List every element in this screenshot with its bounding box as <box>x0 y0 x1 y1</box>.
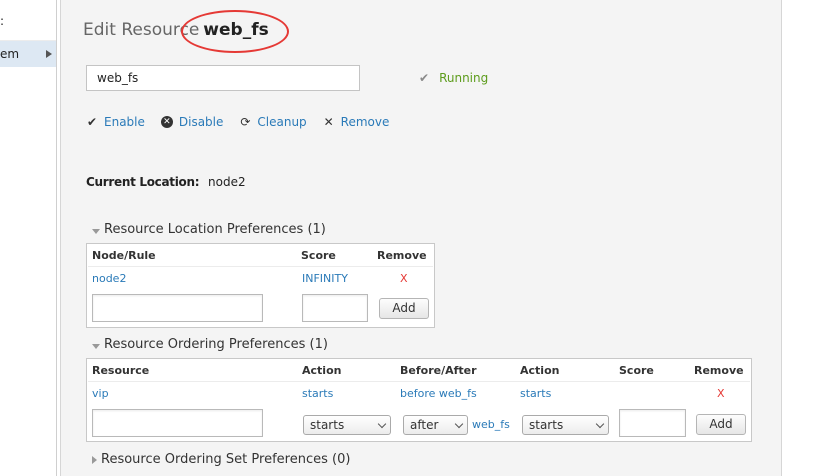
sidebar-item-label: em <box>0 47 20 61</box>
current-location-label: Current Location: <box>86 175 200 189</box>
new-location-score-input[interactable] <box>302 294 368 322</box>
location-score-link[interactable]: INFINITY <box>302 272 348 285</box>
col-header-action-2: Action <box>520 364 560 377</box>
header-divider <box>88 381 750 382</box>
new-ordering-resource-link[interactable]: web_fs <box>472 418 510 431</box>
remove-label: Remove <box>340 115 390 129</box>
resource-status: ✔ Running <box>419 71 488 85</box>
col-header-node-rule: Node/Rule <box>92 249 156 262</box>
add-location-button[interactable]: Add <box>379 298 429 319</box>
location-prefs-toggle[interactable]: Resource Location Preferences (1) <box>92 222 326 237</box>
sidebar-item-selected[interactable]: em <box>0 41 56 67</box>
annotation-circle <box>181 10 289 53</box>
ordering-resource-link[interactable]: vip <box>92 387 109 400</box>
col-header-resource: Resource <box>92 364 150 377</box>
col-header-before-after: Before/After <box>400 364 477 377</box>
location-remove-x[interactable]: X <box>400 272 408 285</box>
ordering-prefs-table: Resource Action Before/After Action Scor… <box>86 358 752 442</box>
new-location-node-input[interactable] <box>92 294 263 322</box>
location-node-link[interactable]: node2 <box>92 272 126 285</box>
disable-button[interactable]: ✕ Disable <box>160 115 224 129</box>
remove-button[interactable]: ✕ Remove <box>323 115 390 129</box>
ordering-set-prefs-toggle[interactable]: Resource Ordering Set Preferences (0) <box>92 452 350 467</box>
chevron-down-icon <box>377 419 387 429</box>
chevron-right-icon <box>46 50 52 58</box>
disable-label: Disable <box>178 115 224 129</box>
resource-actions: ✔ Enable ✕ Disable ⟳ Cleanup ✕ Remove <box>86 115 389 129</box>
chevron-down-icon <box>595 419 605 429</box>
new-ordering-order-value: after <box>410 418 439 432</box>
col-header-action: Action <box>302 364 342 377</box>
refresh-icon: ⟳ <box>240 115 251 129</box>
sidebar: : em <box>0 0 57 476</box>
location-prefs-table: Node/Rule Score Remove node2 INFINITY X … <box>86 243 435 328</box>
new-ordering-action2-value: starts <box>529 418 564 432</box>
ordering-action-link[interactable]: starts <box>302 387 333 400</box>
resource-name-input[interactable] <box>86 65 360 91</box>
caret-right-icon <box>92 456 97 464</box>
cleanup-label: Cleanup <box>257 115 307 129</box>
ordering-action2-link[interactable]: starts <box>520 387 551 400</box>
header-divider <box>88 266 433 267</box>
close-icon: ✕ <box>323 115 334 129</box>
enable-button[interactable]: ✔ Enable <box>86 115 145 129</box>
new-ordering-order-select[interactable]: after <box>403 415 468 435</box>
ordering-remove-x[interactable]: X <box>717 387 725 400</box>
caret-down-icon <box>92 228 100 234</box>
col-header-score: Score <box>619 364 654 377</box>
current-location-value: node2 <box>208 175 246 189</box>
caret-down-icon <box>92 343 100 349</box>
add-ordering-button[interactable]: Add <box>696 414 746 435</box>
new-ordering-action-value: starts <box>310 418 345 432</box>
status-text: Running <box>439 71 489 85</box>
checkmark-icon: ✔ <box>86 115 98 129</box>
check-icon: ✔ <box>419 71 430 85</box>
col-header-score: Score <box>301 249 336 262</box>
sidebar-item-top[interactable]: : <box>0 0 56 41</box>
col-header-remove: Remove <box>377 249 427 262</box>
col-header-remove: Remove <box>694 364 744 377</box>
new-ordering-resource-input[interactable] <box>92 409 263 437</box>
current-location: Current Location: node2 <box>86 175 246 189</box>
new-ordering-action2-select[interactable]: starts <box>522 415 609 435</box>
new-ordering-action-select[interactable]: starts <box>303 415 391 435</box>
ordering-set-prefs-title: Resource Ordering Set Preferences (0) <box>101 452 351 467</box>
location-prefs-title: Resource Location Preferences (1) <box>104 222 326 237</box>
cleanup-button[interactable]: ⟳ Cleanup <box>239 115 306 129</box>
disable-circle-x-icon: ✕ <box>160 116 173 128</box>
new-ordering-score-input[interactable] <box>619 409 686 437</box>
ordering-before-after-link[interactable]: before web_fs <box>400 387 477 400</box>
ordering-prefs-title: Resource Ordering Preferences (1) <box>104 337 328 352</box>
ordering-prefs-toggle[interactable]: Resource Ordering Preferences (1) <box>92 337 328 352</box>
sidebar-item-top-label: : <box>0 14 5 28</box>
chevron-down-icon <box>454 419 464 429</box>
enable-label: Enable <box>104 115 145 129</box>
